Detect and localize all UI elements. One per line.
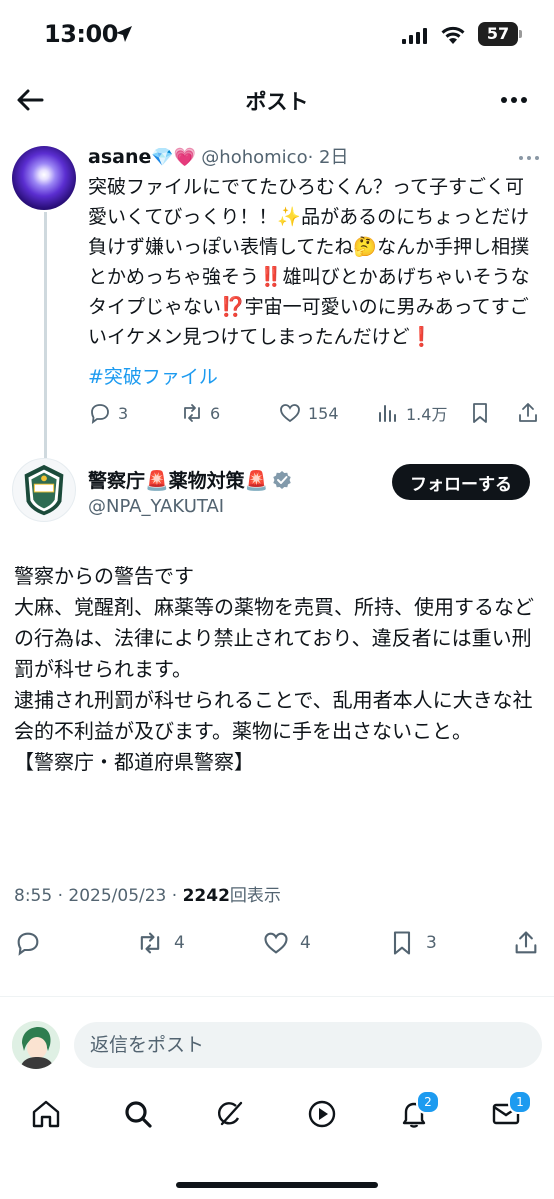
page-title: ポスト xyxy=(245,90,309,114)
share-icon xyxy=(519,403,537,422)
parent-tweet-actions: 3 6 154 1.4万 xyxy=(88,398,543,428)
messages-badge: 1 xyxy=(508,1090,532,1114)
repost-icon xyxy=(140,932,160,954)
views-button[interactable]: 1.4万 xyxy=(376,398,447,428)
parent-tweet-header: asane💎💗 @hohomico· 2日 xyxy=(88,143,508,173)
like-button[interactable]: 154 xyxy=(278,398,339,428)
status-time: 13:00 xyxy=(44,20,118,48)
bookmark-count: 3 xyxy=(426,933,437,953)
tab-video[interactable] xyxy=(306,1098,340,1132)
reply-button[interactable] xyxy=(14,926,52,960)
location-arrow-icon xyxy=(116,26,132,42)
analytics-icon xyxy=(379,405,396,422)
main-tweet-actions: 4 4 3 xyxy=(14,926,544,960)
divider xyxy=(0,996,554,997)
follow-button[interactable]: フォローする xyxy=(392,464,530,500)
grok-icon xyxy=(217,1101,243,1126)
more-options-icon[interactable] xyxy=(516,150,542,166)
repost-count: 6 xyxy=(210,403,221,423)
play-icon xyxy=(308,1100,336,1128)
reply-input[interactable] xyxy=(74,1022,542,1068)
heart-icon xyxy=(280,404,300,423)
reply-icon xyxy=(91,404,109,424)
reply-icon xyxy=(17,932,39,956)
hashtag-link[interactable]: #突破ファイル xyxy=(88,362,218,389)
heart-icon xyxy=(264,932,288,954)
reply-count: 3 xyxy=(118,403,129,423)
reply-button[interactable]: 3 xyxy=(88,398,128,428)
bottom-tab-bar: 2 1 xyxy=(0,1090,554,1150)
author-name-text: 警察庁🚨薬物対策🚨 xyxy=(88,470,269,492)
author-handle[interactable]: @NPA_YAKUTAI xyxy=(88,496,224,517)
author-name-emojis: 💎💗 xyxy=(151,147,197,168)
home-icon xyxy=(32,1100,60,1128)
bookmark-button[interactable]: 3 xyxy=(388,926,437,960)
share-icon xyxy=(515,931,537,954)
post-metadata: 8:55 · 2025/05/23 · 2242回表示 xyxy=(14,881,281,906)
battery-level: 57 xyxy=(486,24,510,43)
search-icon xyxy=(125,1101,152,1128)
view-count: 2242 xyxy=(182,886,230,906)
parent-tweet-text: 突破ファイルにでてたひろむくん？って子すごく可愛いくてびっくり！！✨品があるのに… xyxy=(88,176,530,348)
repost-count: 4 xyxy=(174,933,185,953)
status-bar: 13:00 57 xyxy=(0,0,554,72)
verified-badge-icon xyxy=(273,471,292,489)
more-options-icon[interactable] xyxy=(496,84,532,116)
wifi-icon xyxy=(441,26,465,44)
tab-search[interactable] xyxy=(122,1098,156,1132)
home-indicator xyxy=(176,1182,378,1188)
header: ポスト xyxy=(0,72,554,128)
bookmark-button[interactable] xyxy=(468,398,492,428)
post-age: · 2日 xyxy=(307,147,349,168)
share-button[interactable] xyxy=(516,398,540,428)
tab-home[interactable] xyxy=(30,1098,64,1132)
view-label: 回表示 xyxy=(229,886,281,906)
tab-grok[interactable] xyxy=(214,1098,248,1132)
thread-connector xyxy=(44,212,47,458)
tab-notifications[interactable]: 2 xyxy=(398,1090,440,1132)
post-timestamp: 8:55 · 2025/05/23 · xyxy=(14,886,183,906)
cellular-signal-icon xyxy=(402,28,427,44)
author-handle[interactable]: @hohomico xyxy=(201,147,307,168)
repost-button[interactable]: 4 xyxy=(136,926,185,960)
main-tweet-text: 警察からの警告です 大麻、覚醒剤、麻薬等の薬物を売買、所持、使用するなどの行為は… xyxy=(14,564,534,774)
author-name[interactable]: 警察庁🚨薬物対策🚨 xyxy=(88,466,292,493)
battery-indicator: 57 xyxy=(478,22,518,46)
bookmark-icon xyxy=(393,931,411,955)
tab-messages[interactable]: 1 xyxy=(490,1090,532,1132)
npa-logo-avatar[interactable] xyxy=(12,458,76,522)
view-count: 1.4万 xyxy=(406,405,448,424)
repost-icon xyxy=(184,404,200,422)
repost-button[interactable]: 6 xyxy=(180,398,220,428)
like-count: 154 xyxy=(308,403,339,423)
share-button[interactable] xyxy=(512,926,540,960)
notifications-badge: 2 xyxy=(416,1090,440,1114)
bookmark-icon xyxy=(473,403,487,423)
like-count: 4 xyxy=(300,933,311,953)
current-user-avatar[interactable] xyxy=(12,1021,60,1069)
battery-tip xyxy=(519,30,522,38)
author-name[interactable]: asane xyxy=(88,146,151,168)
avatar[interactable] xyxy=(12,146,76,210)
like-button[interactable]: 4 xyxy=(262,926,311,960)
